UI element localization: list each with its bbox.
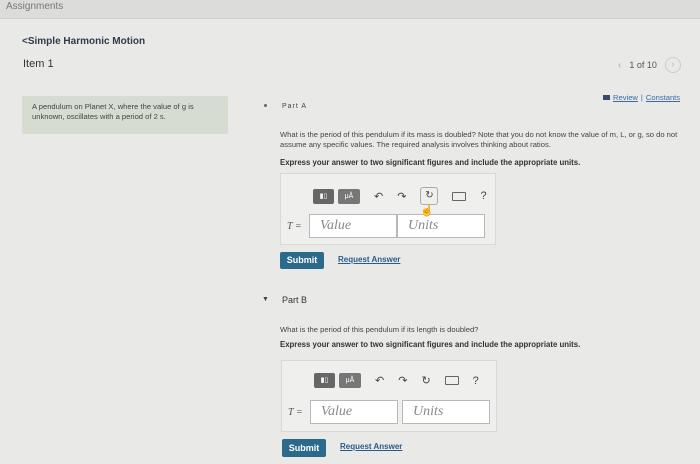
part-b-answer-box: ▮▯ μÅ ↶ ↷ ↻ ? T = Value Units [281,360,497,432]
redo-icon[interactable]: ↷ [397,190,406,203]
part-b-units-input[interactable]: Units [402,400,490,424]
part-b-variable: T = [288,407,303,418]
part-b-toolbar: ▮▯ μÅ ↶ ↷ ↻ ? [314,373,479,388]
undo-icon[interactable]: ↶ [374,190,383,203]
undo-icon[interactable]: ↶ [375,374,384,387]
part-a-instruction: Express your answer to two significant f… [280,158,581,167]
redo-icon[interactable]: ↷ [398,374,407,387]
part-a-bullet [264,104,267,107]
back-link[interactable]: <Simple Harmonic Motion [22,36,145,47]
review-link[interactable]: Review [613,93,638,102]
help-icon[interactable]: ? [480,190,486,202]
part-b-collapse-icon[interactable]: ▼ [262,296,269,303]
problem-statement: A pendulum on Planet X, where the value … [22,96,228,134]
part-b-request-answer[interactable]: Request Answer [340,442,402,451]
part-a-toolbar: ▮▯ μÅ ↶ ↷ ↻ ? [313,187,487,205]
part-b-label[interactable]: Part B [282,295,307,305]
part-a-submit-button[interactable]: Submit [280,252,324,269]
mouse-cursor-icon: ☝ [420,205,434,217]
link-separator: | [640,93,643,102]
reset-icon[interactable]: ↻ [420,187,439,205]
units-mu-icon[interactable]: μÅ [338,188,360,204]
review-constants-links: Review | Constants [603,93,680,102]
pager: ‹ 1 of 10 › [618,57,681,73]
part-b-submit-button[interactable]: Submit [282,439,326,457]
review-icon [603,95,610,100]
problem-text: A pendulum on Planet X, where the value … [32,102,194,121]
part-b-question: What is the period of this pendulum if i… [280,325,479,334]
part-a-request-answer[interactable]: Request Answer [338,255,400,264]
keyboard-icon[interactable] [452,191,467,201]
units-mu-icon[interactable]: μÅ [339,373,361,388]
part-b-instruction: Express your answer to two significant f… [280,340,581,349]
constants-link[interactable]: Constants [646,93,680,102]
reset-icon[interactable]: ↻ [421,374,430,387]
pager-position: 1 of 10 [629,60,657,70]
templates-icon[interactable]: ▮▯ [314,373,335,388]
help-icon[interactable]: ? [473,375,479,387]
templates-icon[interactable]: ▮▯ [313,188,334,204]
part-b-value-input[interactable]: Value [310,400,398,424]
part-a-answer-box: ▮▯ μÅ ↶ ↷ ↻ ? T = Value Units [280,173,496,245]
keyboard-icon[interactable] [444,376,459,385]
prev-item-icon[interactable]: ‹ [618,60,621,71]
top-bar: Assignments [0,0,700,19]
next-item-icon[interactable]: › [664,57,681,73]
part-a-value-input[interactable]: Value [309,214,397,238]
part-a-question: What is the period of this pendulum if i… [280,130,678,149]
part-a-label[interactable]: Part A [282,103,307,110]
breadcrumb[interactable]: Assignments [6,1,63,12]
part-a-units-input[interactable]: Units [397,214,485,238]
part-a-variable: T = [287,221,302,232]
item-title: Item 1 [23,58,54,70]
